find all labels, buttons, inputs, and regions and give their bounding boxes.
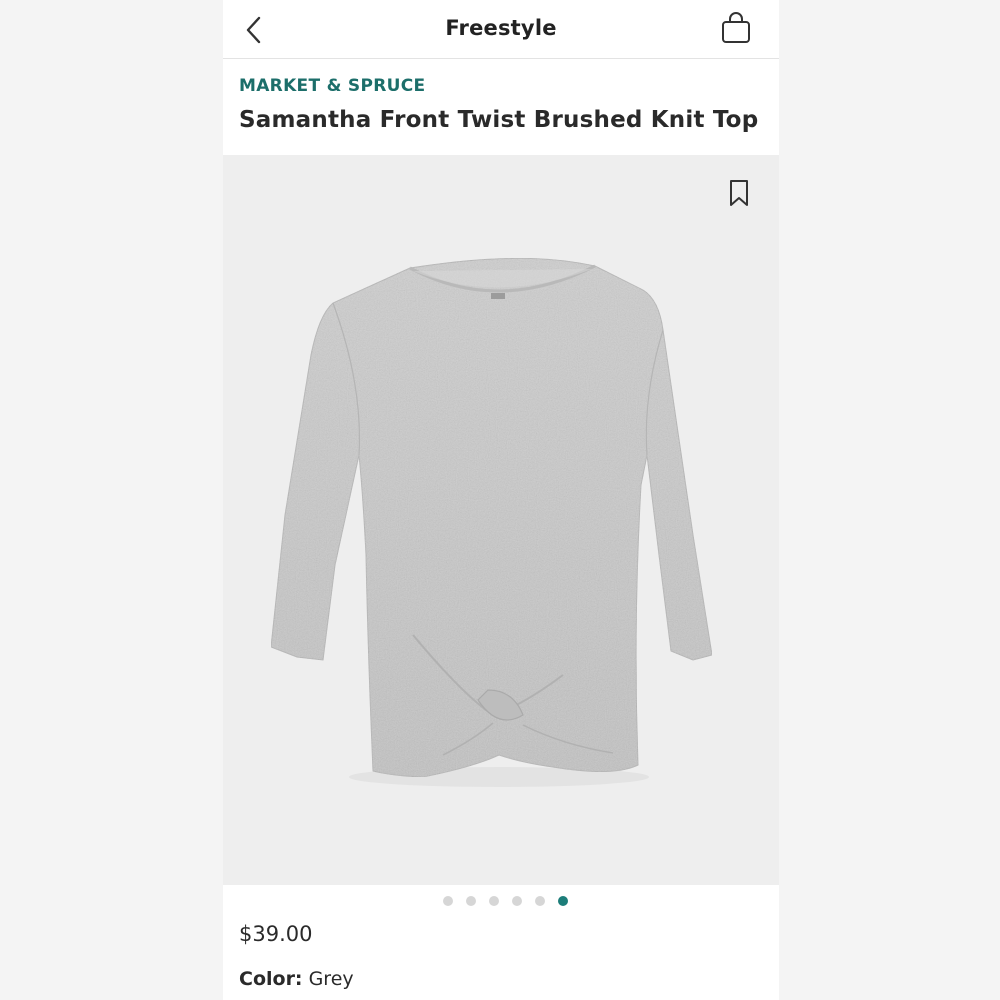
shopping-bag-icon [722,12,750,43]
carousel-dot[interactable] [534,896,545,906]
garment-image [270,257,713,787]
shopping-bag-button[interactable] [719,10,753,46]
product-price: $39.00 [239,922,313,946]
product-image[interactable] [223,155,779,885]
color-label: Color: [239,968,303,990]
nav-title: Freestyle [445,16,557,40]
bookmark-icon [730,180,748,206]
color-value: Grey [308,968,354,990]
bookmark-button[interactable] [726,178,752,208]
carousel-dot-active[interactable] [557,896,568,906]
carousel-indicator [223,896,779,910]
top-nav-bar: Freestyle [223,0,779,59]
carousel-dot[interactable] [488,896,499,906]
carousel-dot[interactable] [442,896,453,906]
carousel-dot[interactable] [511,896,522,906]
brand-name[interactable]: MARKET & SPRUCE [239,76,425,96]
color-row: Color: Grey [239,968,354,990]
product-screen: Freestyle MARKET & SPRUCE Samantha Front… [223,0,779,1000]
product-title: Samantha Front Twist Brushed Knit Top [239,107,759,133]
carousel-dot[interactable] [465,896,476,906]
